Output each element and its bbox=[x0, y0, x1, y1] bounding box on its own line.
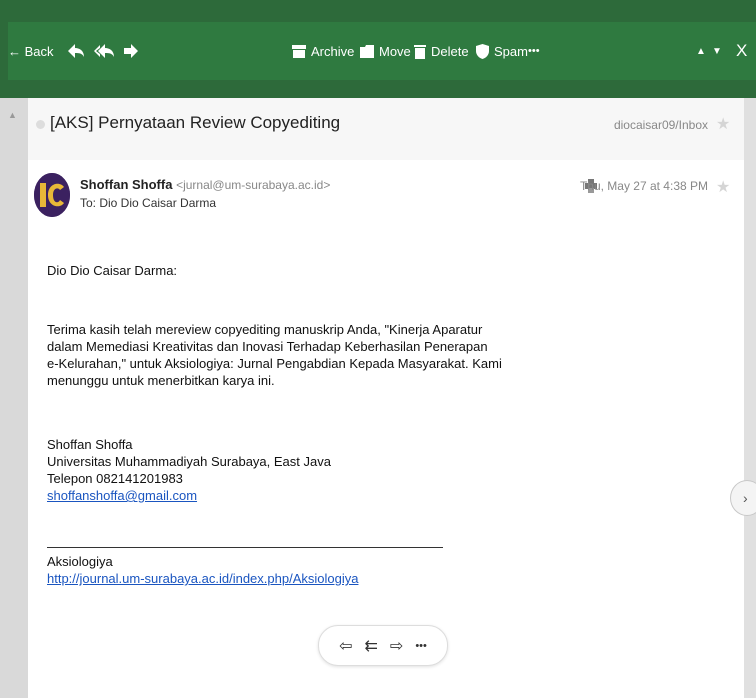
journal-link[interactable]: http://journal.um-surabaya.ac.id/index.p… bbox=[47, 571, 358, 586]
message-paragraph: Terima kasih telah mereview copyediting … bbox=[47, 321, 502, 389]
folder-label[interactable]: diocaisar09/Inbox bbox=[614, 118, 708, 132]
forward-button[interactable] bbox=[124, 22, 138, 80]
shield-icon bbox=[476, 43, 489, 59]
toolbar-inner: ← Back Archive Move Delete Spam ••• ▲ ▼ … bbox=[8, 22, 756, 80]
reply-button[interactable] bbox=[68, 22, 84, 80]
message-star-icon[interactable]: ★ bbox=[716, 177, 730, 197]
back-label: ← Back bbox=[8, 43, 54, 59]
reply-icon bbox=[68, 44, 84, 58]
archive-icon bbox=[292, 44, 306, 58]
footer-divider bbox=[47, 547, 443, 548]
toolbar: ← Back Archive Move Delete Spam ••• ▲ ▼ … bbox=[0, 0, 756, 98]
paragraph-line: menunggu untuk menerbitkan karya ini. bbox=[47, 373, 275, 388]
paragraph-line: e-Kelurahan," untuk Aksiologiya: Jurnal … bbox=[47, 356, 502, 371]
signature-phone: Telepon 082141201983 bbox=[47, 471, 183, 486]
scroll-up-icon[interactable]: ▲ bbox=[8, 110, 17, 120]
greeting: Dio Dio Caisar Darma: bbox=[47, 263, 178, 278]
archive-label: Archive bbox=[311, 43, 355, 59]
reply-all-button[interactable] bbox=[94, 22, 114, 80]
delete-button[interactable]: Delete bbox=[414, 22, 469, 80]
sender-name[interactable]: Shoffan Shoffa bbox=[80, 177, 172, 192]
spam-button[interactable]: Spam bbox=[476, 22, 528, 80]
signature-name: Shoffan Shoffa bbox=[47, 437, 133, 452]
move-button[interactable]: Move bbox=[360, 22, 411, 80]
star-icon[interactable]: ★ bbox=[716, 114, 730, 134]
message-date: Thu, May 27 at 4:38 PM bbox=[579, 179, 708, 193]
sender-line: Shoffan Shoffa <jurnal@um-surabaya.ac.id… bbox=[80, 177, 330, 192]
folder-icon bbox=[360, 44, 374, 58]
journal-name: Aksiologiya bbox=[47, 554, 113, 569]
journal-footer: Aksiologiya http://journal.um-surabaya.a… bbox=[47, 553, 358, 587]
message-body bbox=[28, 160, 744, 698]
next-pane-arrow-icon[interactable]: › bbox=[730, 480, 756, 516]
paragraph-line: dalam Memediasi Kreativitas dan Inovasi … bbox=[47, 339, 488, 354]
more-icon: ••• bbox=[528, 45, 540, 57]
more-actions-button[interactable]: ••• bbox=[528, 22, 540, 80]
quick-reply-icon[interactable]: ⇦ bbox=[339, 636, 352, 656]
forward-icon bbox=[124, 44, 138, 58]
delete-label: Delete bbox=[431, 43, 469, 59]
close-icon: X bbox=[736, 41, 748, 60]
avatar-logo-icon bbox=[34, 173, 70, 217]
signature: Shoffan Shoffa Universitas Muhammadiyah … bbox=[47, 436, 331, 504]
prev-message-button[interactable]: ▲ bbox=[696, 22, 706, 80]
signature-email-link[interactable]: shoffanshoffa@gmail.com bbox=[47, 488, 197, 503]
move-label: Move bbox=[379, 43, 411, 59]
archive-button[interactable]: Archive bbox=[292, 22, 354, 80]
unread-dot-icon[interactable] bbox=[36, 120, 45, 129]
message-subject: [AKS] Pernyataan Review Copyediting bbox=[50, 113, 341, 132]
signature-affiliation: Universitas Muhammadiyah Surabaya, East … bbox=[47, 454, 331, 469]
recipient-line: To: Dio Dio Caisar Darma bbox=[80, 196, 217, 210]
quick-reply-all-icon[interactable]: ⇇ bbox=[365, 636, 378, 656]
up-triangle-icon: ▲ bbox=[696, 45, 706, 57]
right-pane-edge bbox=[744, 98, 756, 698]
quick-more-icon[interactable]: ••• bbox=[415, 640, 427, 652]
sender-email[interactable]: <jurnal@um-surabaya.ac.id> bbox=[176, 178, 330, 192]
back-button[interactable]: ← Back bbox=[8, 22, 54, 80]
paragraph-line: Terima kasih telah mereview copyediting … bbox=[47, 322, 483, 337]
next-message-button[interactable]: ▼ bbox=[712, 22, 722, 80]
close-button[interactable]: X bbox=[736, 22, 747, 80]
reply-all-icon bbox=[94, 44, 114, 58]
spam-label: Spam bbox=[494, 43, 528, 59]
quick-reply-bar: ⇦ ⇇ ⇨ ••• bbox=[318, 625, 448, 666]
down-triangle-icon: ▼ bbox=[712, 45, 722, 57]
quick-forward-icon[interactable]: ⇨ bbox=[390, 636, 403, 656]
trash-icon bbox=[414, 44, 426, 59]
avatar bbox=[34, 173, 70, 217]
left-pane-edge bbox=[0, 98, 28, 698]
